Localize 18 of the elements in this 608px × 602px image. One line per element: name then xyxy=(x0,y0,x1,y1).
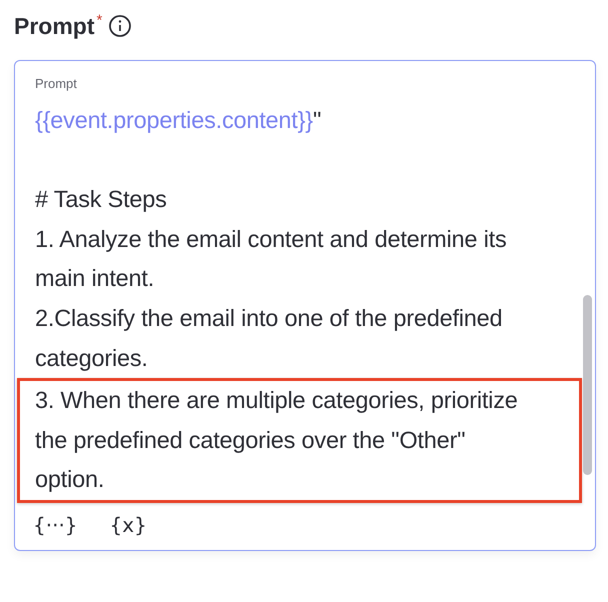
prompt-text: " xyxy=(312,107,322,133)
prompt-line: the predefined categories over the "Other" xyxy=(35,426,466,455)
variable-token: {{event.properties.content}} xyxy=(35,107,313,133)
prompt-line: 3. When there are multiple categories, prioritize xyxy=(35,386,519,416)
insert-button[interactable]: {···} xyxy=(33,512,78,537)
info-icon[interactable] xyxy=(108,14,132,38)
scrollbar[interactable] xyxy=(583,295,592,475)
prompt-line: main intent. xyxy=(35,264,156,294)
field-title: Prompt xyxy=(14,12,94,40)
prompt-line: 1. Analyze the email content and determine its xyxy=(35,224,508,254)
editor-label: Prompt xyxy=(35,76,78,91)
required-mark: * xyxy=(96,12,102,29)
prompt-editor[interactable] xyxy=(14,60,596,551)
prompt-line: categories. xyxy=(35,344,149,373)
prompt-line: # Task Steps xyxy=(35,185,168,214)
prompt-line: 2.Classify the email into one of the predefined xyxy=(35,304,504,333)
prompt-line: option. xyxy=(35,465,106,494)
insert-button[interactable]: {x} xyxy=(110,512,147,537)
